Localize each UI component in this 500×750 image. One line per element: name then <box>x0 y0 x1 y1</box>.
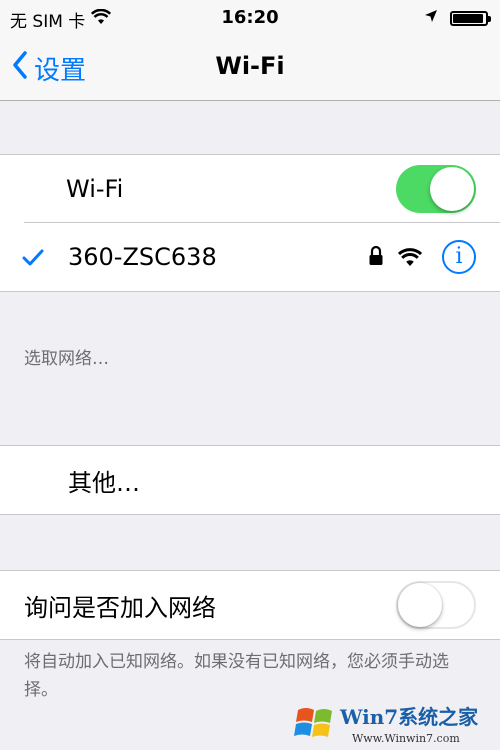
wifi-toggle-row: Wi-Fi <box>0 155 500 223</box>
ask-join-group: 询问是否加入网络 <box>0 570 500 640</box>
connected-network-row[interactable]: 360-ZSC638 i <box>0 223 500 291</box>
lock-icon <box>368 245 384 273</box>
page-title: Wi-Fi <box>215 52 285 80</box>
watermark-brand: Win7系统之家 <box>339 705 479 729</box>
other-network-group: 其他… <box>0 445 500 515</box>
location-arrow-icon <box>424 8 438 28</box>
battery-fill <box>453 13 484 23</box>
checkmark-icon <box>22 245 44 273</box>
choose-network-header: 选取网络… <box>24 349 109 369</box>
wifi-strength-icon <box>397 245 423 273</box>
wifi-label: Wi-Fi <box>66 175 124 203</box>
ask-join-description: 将自动加入已知网络。如果没有已知网络，您必须手动选择。 <box>24 652 449 700</box>
watermark-logo: Win7系统之家 Www.Winwin7.com <box>292 698 492 746</box>
watermark-url: Www.Winwin7.com <box>352 732 460 745</box>
toggle-knob <box>430 167 474 211</box>
toggle-knob <box>398 583 442 627</box>
ask-join-row: 询问是否加入网络 <box>0 571 500 639</box>
network-name: 360-ZSC638 <box>68 243 217 271</box>
windows-flag-icon <box>294 708 332 737</box>
other-network-row[interactable]: 其他… <box>0 446 500 514</box>
navigation-bar: 设置 Wi-Fi <box>0 36 500 101</box>
status-right <box>424 8 491 28</box>
info-button[interactable]: i <box>442 240 476 274</box>
other-network-label: 其他… <box>68 468 140 497</box>
wifi-toggle[interactable] <box>396 165 476 213</box>
status-bar: 无 SIM 卡 16:20 <box>0 0 500 36</box>
ask-join-toggle[interactable] <box>396 581 476 629</box>
battery-icon <box>450 10 491 26</box>
ask-join-label: 询问是否加入网络 <box>24 593 216 622</box>
wifi-group: Wi-Fi 360-ZSC638 i <box>0 154 500 292</box>
